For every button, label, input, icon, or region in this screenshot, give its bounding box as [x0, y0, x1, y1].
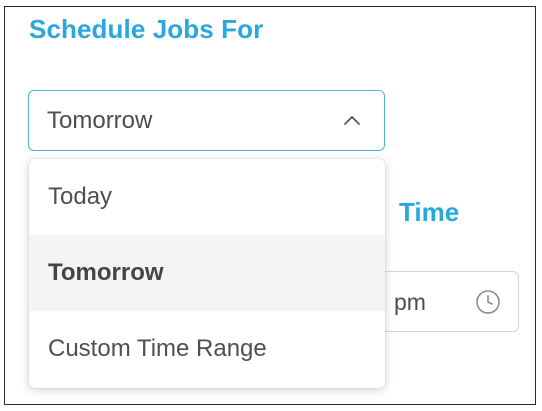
schedule-dropdown-menu: Today Tomorrow Custom Time Range [29, 159, 385, 388]
option-custom-time-range[interactable]: Custom Time Range [29, 311, 385, 387]
clock-icon[interactable] [474, 288, 502, 316]
section-title: Schedule Jobs For [29, 14, 264, 44]
time-section-title: Time [399, 197, 460, 227]
time-value: pm [394, 289, 426, 315]
select-value: Tomorrow [47, 107, 153, 134]
option-tomorrow[interactable]: Tomorrow [29, 235, 385, 311]
schedule-select[interactable]: Tomorrow [28, 90, 385, 151]
chevron-up-icon [344, 116, 360, 125]
option-today[interactable]: Today [29, 159, 385, 235]
